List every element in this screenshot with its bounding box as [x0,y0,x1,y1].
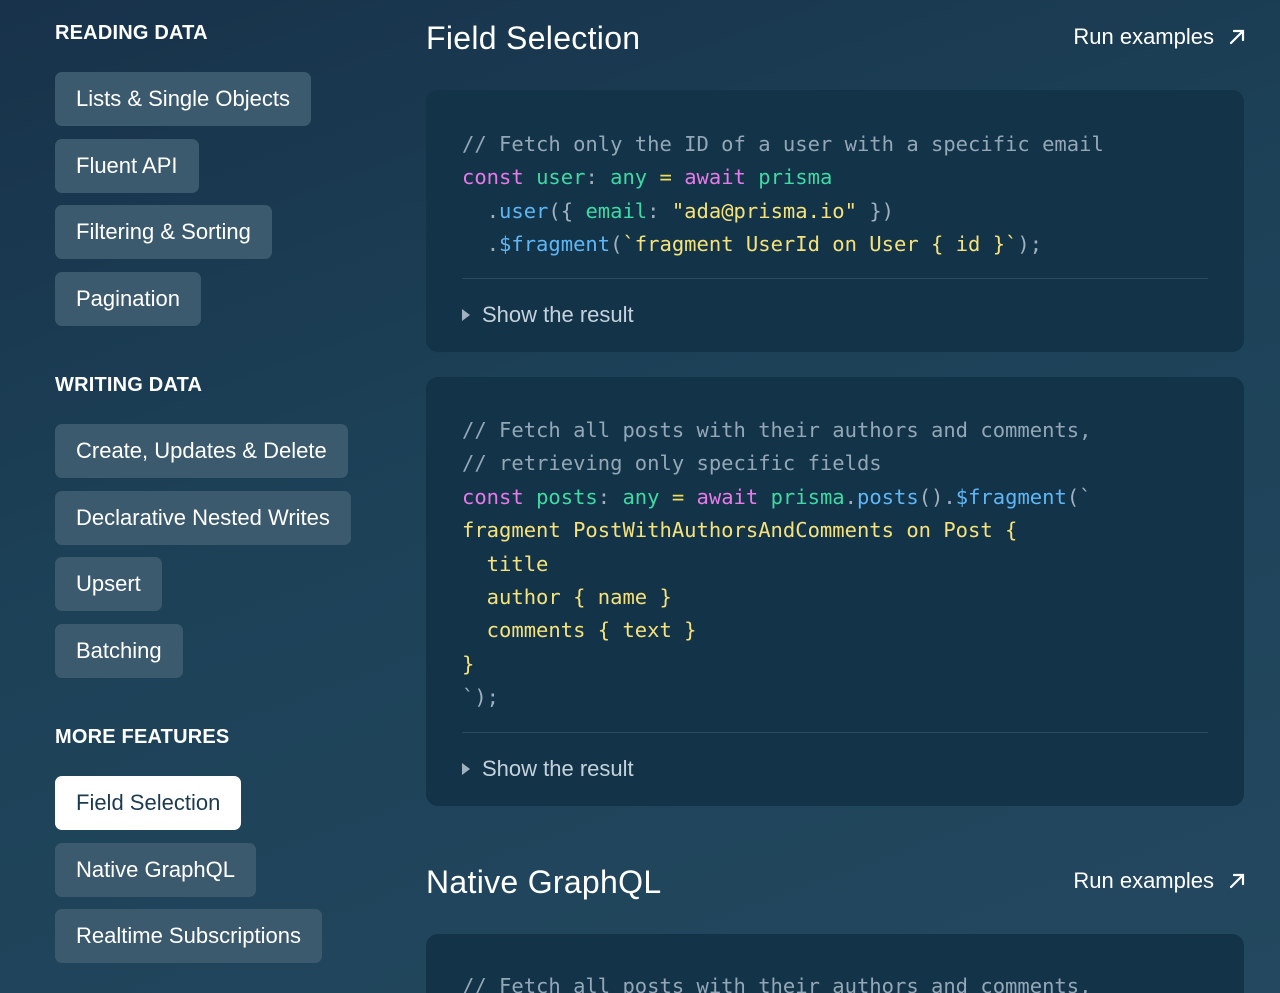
code-line: const user: any = await prisma [462,165,833,190]
code-example-card: // Fetch all posts with their authors an… [426,934,1244,993]
show-result-toggle[interactable]: Show the result [462,302,634,328]
sidebar-item-fluent-api[interactable]: Fluent API [55,139,199,193]
code-line: // Fetch only the ID of a user with a sp… [462,132,1104,156]
section-title-native-graphql: Native GraphQL [426,864,662,900]
triangle-right-icon [462,763,470,775]
code-line: comments { text } [462,618,697,643]
code-line: // Fetch all posts with their authors an… [462,418,1092,442]
show-result-toggle[interactable]: Show the result [462,756,634,782]
code-line: const posts: any = await prisma.posts().… [462,484,1092,509]
code-line: } [462,651,475,676]
sidebar-item-realtime-subscriptions[interactable]: Realtime Subscriptions [55,909,322,963]
code-line: author { name } [462,584,672,609]
code-block: // Fetch all posts with their authors an… [462,970,1091,993]
code-divider [462,732,1208,733]
triangle-right-icon [462,309,470,321]
section-title-field-selection: Field Selection [426,20,641,56]
external-arrow-icon [1229,29,1245,45]
sidebar-item-batching[interactable]: Batching [55,624,183,678]
code-example-card: // Fetch only the ID of a user with a sp… [426,90,1244,352]
sidebar-item-declarative-nested-writes[interactable]: Declarative Nested Writes [55,491,351,545]
code-divider [462,278,1208,279]
sidebar-item-lists-single-objects[interactable]: Lists & Single Objects [55,72,311,126]
sidebar-item-upsert[interactable]: Upsert [55,557,162,611]
sidebar-item-native-graphql[interactable]: Native GraphQL [55,843,256,897]
run-examples-link[interactable]: Run examples [1073,24,1246,50]
sidebar-item-filtering-sorting[interactable]: Filtering & Sorting [55,205,272,259]
code-line: .user({ email: "ada@prisma.io" }) [486,198,895,223]
sidebar-item-create-updates-delete[interactable]: Create, Updates & Delete [55,424,348,478]
code-block: // Fetch only the ID of a user with a sp… [462,128,1104,262]
sidebar-heading-reading-data: READING DATA [55,22,208,44]
code-line: fragment PostWithAuthorsAndComments on P… [462,518,1018,543]
sidebar-item-field-selection[interactable]: Field Selection [55,776,242,830]
code-example-card: // Fetch all posts with their authors an… [426,377,1244,806]
code-line: // Fetch all posts with their authors an… [462,974,1092,993]
run-examples-label: Run examples [1073,868,1214,893]
code-line: // retrieving only specific fields [462,451,882,476]
run-examples-label: Run examples [1073,24,1214,49]
code-line: title [462,551,549,576]
show-result-label: Show the result [482,756,634,781]
code-line: .$fragment(`fragment UserId on User { id… [486,232,1043,257]
show-result-label: Show the result [482,302,634,327]
run-examples-link[interactable]: Run examples [1073,868,1246,894]
sidebar-heading-more-features: MORE FEATURES [55,726,230,748]
external-arrow-icon [1229,873,1245,889]
code-line: `); [462,685,500,710]
code-block: // Fetch all posts with their authors an… [462,414,1092,715]
sidebar-heading-writing-data: WRITING DATA [55,374,203,396]
sidebar-item-pagination[interactable]: Pagination [55,272,201,326]
